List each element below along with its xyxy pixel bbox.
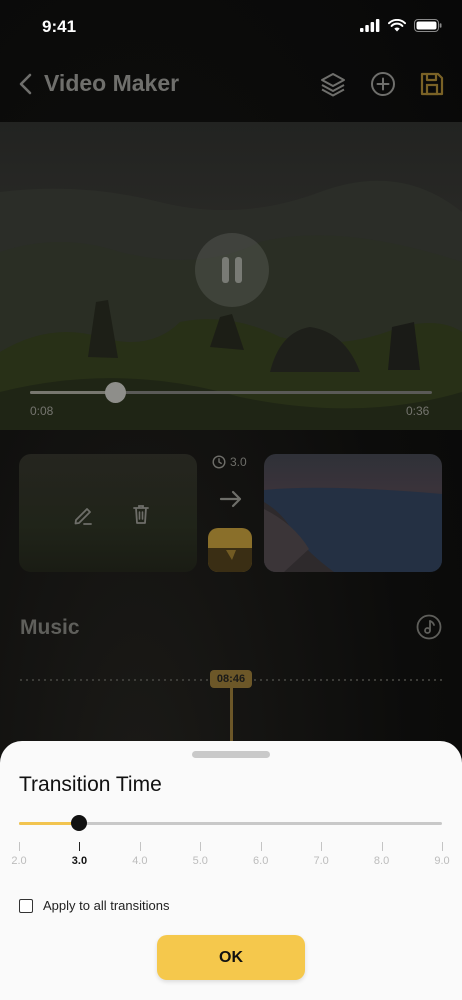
slider-tick-label[interactable]: 6.0 [241, 855, 281, 867]
edit-pencil-icon[interactable] [72, 504, 94, 526]
transition-effect-icon [208, 548, 252, 572]
sheet-drag-handle[interactable] [192, 751, 270, 758]
slider-tick-label[interactable]: 8.0 [362, 855, 402, 867]
layers-icon[interactable] [319, 70, 347, 98]
slider-tick-label[interactable]: 2.0 [0, 855, 39, 867]
clock-icon [212, 455, 226, 469]
save-icon[interactable] [418, 70, 446, 98]
slider-fill [19, 822, 80, 825]
cellular-signal-icon [360, 19, 380, 32]
status-bar: 9:41 [0, 0, 462, 56]
slider-tick [260, 842, 262, 851]
pause-icon-bar-left [222, 257, 229, 283]
video-preview[interactable] [0, 122, 462, 430]
transition-duration-value: 3.0 [230, 455, 247, 469]
add-circle-icon[interactable] [369, 70, 397, 98]
slider-tick [200, 842, 202, 851]
slider-tick [442, 842, 443, 851]
pause-icon-bar-right [235, 257, 242, 283]
clip-thumbnail-1[interactable] [19, 454, 197, 572]
music-note-icon[interactable] [416, 614, 442, 640]
slider-tick [321, 842, 323, 851]
music-playhead[interactable] [230, 688, 233, 748]
wifi-icon [388, 19, 406, 32]
total-time: 0:36 [406, 404, 430, 418]
music-marker-time: 08:46 [210, 670, 252, 688]
status-icons [360, 19, 442, 32]
slider-tick [19, 842, 20, 851]
playback-progress-fill [30, 391, 116, 394]
slider-handle[interactable] [71, 815, 88, 831]
battery-icon [414, 19, 442, 32]
coastline-image [264, 487, 442, 572]
transition-effect-button[interactable] [208, 528, 252, 572]
slider-tick [381, 842, 383, 851]
apply-all-row[interactable]: Apply to all transitions [19, 898, 169, 913]
transition-duration: 3.0 [212, 455, 247, 469]
delete-trash-icon[interactable] [131, 503, 151, 525]
page-title: Video Maker [44, 70, 180, 96]
slider-tick [79, 842, 81, 851]
slider-tick-label[interactable]: 5.0 [180, 855, 220, 867]
transition-time-sheet: Transition Time 2.0 3.0 4.0 5.0 6.0 7.0 8.0 9.0… [0, 741, 462, 1000]
slider-tick-label[interactable]: 4.0 [120, 855, 160, 867]
apply-all-checkbox[interactable] [19, 898, 33, 913]
playback-progress-track[interactable] [30, 382, 432, 403]
nav-bar: Video Maker [0, 60, 462, 110]
transition-time-slider[interactable] [19, 815, 442, 831]
status-time: 9:41 [42, 17, 77, 36]
slider-tick [139, 842, 141, 851]
video-maker-screen: 9:41 Video Maker 0:08 0:36 3.0 Music 08:… [0, 0, 462, 1000]
sheet-title: Transition Time [19, 773, 162, 796]
slider-tick-label[interactable]: 7.0 [301, 855, 341, 867]
slider-tick-label[interactable]: 3.0 [59, 855, 99, 867]
apply-all-label: Apply to all transitions [43, 898, 170, 913]
ok-button[interactable]: OK [157, 935, 305, 980]
clip-thumbnail-2[interactable] [264, 454, 442, 572]
current-time: 0:08 [30, 404, 54, 418]
pause-button[interactable] [195, 233, 269, 307]
back-chevron-icon[interactable] [14, 70, 38, 98]
music-section-title: Music [20, 616, 80, 639]
arrow-right-icon [219, 490, 242, 508]
slider-tick-label[interactable]: 9.0 [422, 855, 462, 867]
